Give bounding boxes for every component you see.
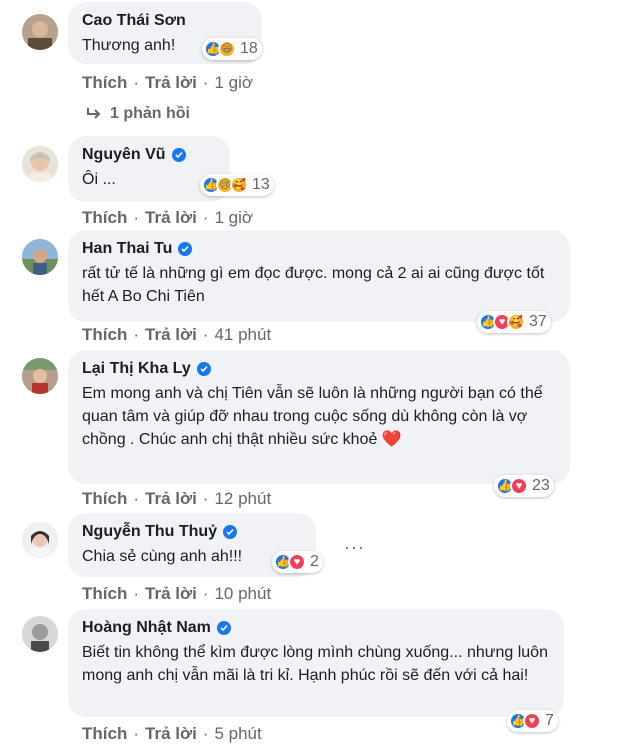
comment-bubble: Hoàng Nhật Nam Biết tin không thể kìm đư…	[68, 609, 564, 717]
separator: ·	[133, 584, 140, 603]
commenter-name[interactable]: Cao Thái Sơn	[82, 11, 248, 31]
reaction-count: 23	[532, 477, 550, 494]
commenter-name[interactable]: Han Thai Tu	[82, 239, 556, 259]
avatar[interactable]	[22, 14, 58, 50]
separator: ·	[202, 208, 209, 227]
reaction-count: 18	[240, 40, 258, 57]
timestamp[interactable]: 1 giờ	[214, 208, 253, 228]
reply-button[interactable]: Trả lời	[145, 724, 197, 744]
commenter-name[interactable]: Lại Thị Kha Ly	[82, 359, 556, 379]
timestamp[interactable]: 5 phút	[214, 724, 261, 744]
separator: ·	[202, 584, 209, 603]
comment-actions: Thích · Trả lời · 5 phút	[82, 724, 262, 744]
like-button[interactable]: Thích	[82, 724, 127, 744]
comment-text: Em mong anh và chị Tiên vẫn sẽ luôn là n…	[82, 385, 543, 448]
comment-text: Ôi ...	[82, 171, 116, 188]
reaction-count: 2	[310, 553, 319, 570]
love-reaction-icon: ♥	[523, 712, 541, 730]
avatar[interactable]	[22, 522, 58, 558]
comment-actions: Thích · Trả lời · 12 phút	[82, 489, 271, 509]
reply-button[interactable]: Trả lời	[145, 325, 197, 345]
reaction-summary[interactable]: 👍 😆 18	[202, 38, 262, 60]
timestamp[interactable]: 1 giờ	[214, 73, 253, 93]
verified-check-icon	[196, 362, 211, 376]
love-reaction-icon: ♥	[510, 477, 528, 495]
reply-button[interactable]: Trả lời	[145, 208, 197, 228]
reply-button[interactable]: Trả lời	[145, 73, 197, 93]
care-reaction-icon: 🥰	[507, 313, 525, 331]
verified-check-icon	[178, 242, 193, 256]
reaction-count: 13	[252, 176, 270, 193]
reaction-count: 37	[529, 313, 547, 330]
avatar[interactable]	[22, 358, 58, 394]
comment-actions: Thích · Trả lời · 1 giờ	[82, 73, 253, 93]
comment-text: Chia sẻ cùng anh ah!!!	[82, 548, 243, 565]
comment-actions: Thích · Trả lời · 10 phút	[82, 584, 271, 604]
reaction-summary[interactable]: 👍 😢 🥰 13	[200, 174, 274, 196]
like-button[interactable]: Thích	[82, 584, 127, 604]
reaction-summary[interactable]: 👍 ♥ 🥰 37	[477, 311, 551, 333]
reaction-summary[interactable]: 👍 ♥ 2	[272, 551, 323, 573]
avatar[interactable]	[22, 239, 58, 275]
timestamp[interactable]: 12 phút	[214, 489, 271, 509]
like-button[interactable]: Thích	[82, 208, 127, 228]
love-reaction-icon: ♥	[288, 553, 306, 571]
separator: ·	[133, 73, 140, 92]
verified-check-icon	[223, 525, 238, 539]
care-reaction-icon: 🥰	[230, 176, 248, 194]
comment-bubble: Lại Thị Kha Ly Em mong anh và chị Tiên v…	[68, 350, 570, 484]
commenter-name[interactable]: Nguyễn Thu Thuỷ	[82, 522, 302, 542]
separator: ·	[202, 724, 209, 743]
replies-label: 1 phản hồi	[110, 105, 190, 122]
reply-arrow-icon	[87, 108, 101, 119]
heart-emoji: ❤️	[381, 431, 402, 448]
timestamp[interactable]: 10 phút	[214, 584, 271, 604]
verified-check-icon	[216, 621, 231, 635]
reply-button[interactable]: Trả lời	[145, 489, 197, 509]
separator: ·	[133, 325, 140, 344]
separator: ·	[202, 325, 209, 344]
comment-text: Biết tin không thể kìm được lòng mình ch…	[82, 644, 548, 684]
comment-text: rất tử tế là những gì em đọc được. mong …	[82, 265, 545, 305]
reaction-summary[interactable]: 👍 ♥ 23	[494, 475, 554, 497]
separator: ·	[202, 73, 209, 92]
verified-check-icon	[171, 148, 186, 162]
like-button[interactable]: Thích	[82, 325, 127, 345]
commenter-name[interactable]: Hoàng Nhật Nam	[82, 618, 550, 638]
comment-actions: Thích · Trả lời · 41 phút	[82, 325, 271, 345]
comment-actions: Thích · Trả lời · 1 giờ	[82, 208, 253, 228]
separator: ·	[133, 724, 140, 743]
avatar[interactable]	[22, 146, 58, 182]
like-button[interactable]: Thích	[82, 489, 127, 509]
timestamp[interactable]: 41 phút	[214, 325, 271, 345]
commenter-name[interactable]: Nguyên Vũ	[82, 145, 216, 165]
reply-button[interactable]: Trả lời	[145, 584, 197, 604]
comment-bubble: Han Thai Tu rất tử tế là những gì em đọc…	[68, 230, 570, 322]
separator: ·	[133, 208, 140, 227]
like-button[interactable]: Thích	[82, 73, 127, 93]
reaction-count: 7	[545, 712, 554, 729]
separator: ·	[202, 489, 209, 508]
avatar[interactable]	[22, 616, 58, 652]
haha-reaction-icon: 😆	[218, 40, 236, 58]
view-replies-link[interactable]: 1 phản hồi	[86, 105, 190, 123]
reaction-summary[interactable]: 👍 ♥ 7	[507, 710, 558, 732]
separator: ·	[133, 489, 140, 508]
more-options-icon[interactable]: ···	[344, 537, 365, 558]
